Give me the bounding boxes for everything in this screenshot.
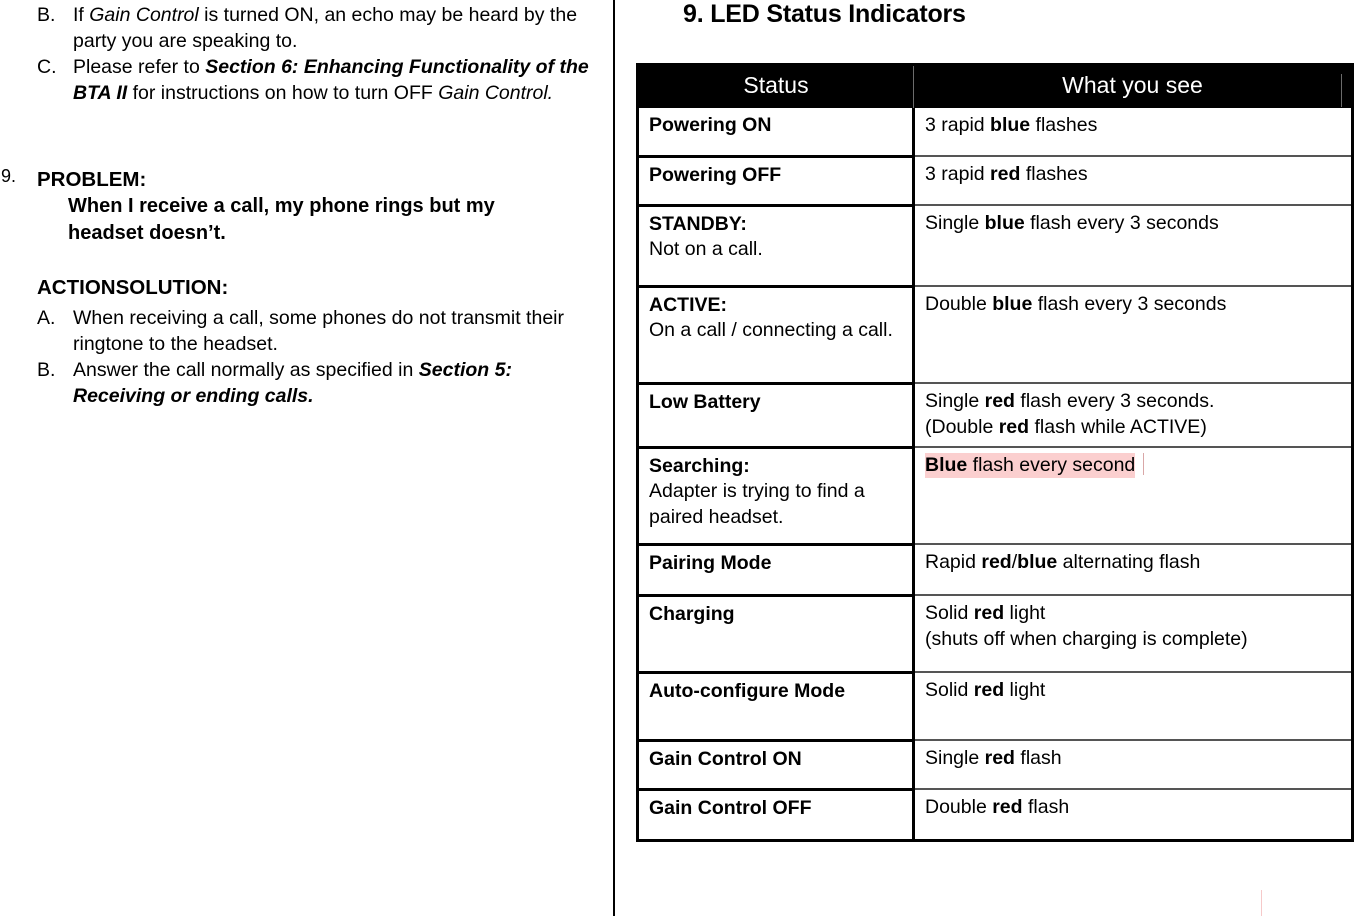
status-name: Low Battery (649, 390, 761, 413)
status-name: ACTIVE: (649, 293, 727, 316)
status-name: Gain Control OFF (649, 796, 812, 819)
list-item-marker: B. (37, 359, 56, 381)
list-item-text: When receiving a call, some phones do no… (73, 307, 564, 355)
cell-what-you-see: Solid red light (shuts off when charging … (913, 595, 1353, 673)
section-heading: 9. LED Status Indicators (683, 0, 966, 28)
table-row: Powering ON 3 rapid blue flashes (637, 108, 1353, 158)
cell-what-you-see: Single red flash every 3 seconds. (Double… (913, 383, 1353, 448)
status-name: Powering ON (649, 114, 772, 136)
status-name: STANDBY: (649, 212, 747, 235)
cell-what-you-see: Blue flash every second (913, 447, 1353, 545)
text-caret (1143, 453, 1145, 475)
status-description: On a call / connecting a call. (649, 319, 893, 341)
table-row: Powering OFF 3 rapid red flashes (637, 156, 1353, 207)
cell-status: STANDBY: Not on a call. (637, 205, 915, 288)
table-row: Pairing Mode Rapid red/blue alternating f… (637, 544, 1353, 597)
problem-label: PROBLEM: (37, 168, 147, 191)
list-item-text: If Gain Control is turned ON, an echo ma… (73, 4, 578, 52)
cell-what-you-see: Rapid red/blue alternating flash (913, 544, 1353, 596)
cell-status: Searching: Adapter is trying to find a pa… (637, 447, 915, 546)
cell-status: Low Battery (637, 383, 915, 449)
column-header-what-you-see-label: What you see (1062, 72, 1203, 98)
table-row: Gain Control ON Single red flash (637, 740, 1353, 791)
table-row: Auto-configure Mode Solid red light (637, 672, 1353, 742)
left-text-column: B. If Gain Control is turned ON, an echo… (0, 0, 600, 916)
cell-what-you-see: Double red flash (925, 796, 1070, 818)
table-body: Powering ON 3 rapid blue flashes Powering … (637, 108, 1353, 840)
problem-block: 9. PROBLEM: When I receive a call, my ph… (0, 166, 600, 409)
table-row: Charging Solid red light (shuts off when c… (637, 595, 1353, 674)
cell-status: Gain Control ON (637, 740, 915, 791)
status-description: Not on a call. (649, 238, 763, 260)
table-row: Gain Control OFF Double red flash (637, 789, 1353, 840)
cell-status: Powering OFF (637, 156, 915, 207)
problem-number: 9. (1, 166, 17, 186)
status-name: Pairing Mode (649, 551, 772, 574)
status-name: Powering OFF (649, 163, 782, 186)
list-item: C. Please refer to Section 6: Enhancing … (0, 54, 603, 106)
document-page: B. If Gain Control is turned ON, an echo… (0, 0, 1355, 916)
table-header-row: Status What you see (637, 64, 1353, 108)
cell-status: Auto-configure Mode (637, 672, 915, 742)
status-name: Auto-configure Mode (649, 679, 846, 702)
led-status-table: Status What you see Powering ON 3 rapid b… (636, 63, 1354, 842)
cell-status: Charging (637, 595, 915, 674)
list-item-marker: C. (37, 56, 57, 78)
header-tick-mark (1341, 74, 1342, 107)
cell-status: Pairing Mode (637, 544, 915, 597)
status-name: Charging (649, 602, 735, 625)
list-item-text: Answer the call normally as specified in… (73, 359, 512, 407)
table-row: Low Battery Single red flash every 3 seco… (637, 383, 1353, 449)
highlighted-text: Blue flash every second (925, 453, 1136, 478)
problem-statement: When I receive a call, my phone rings bu… (68, 195, 495, 244)
list-item-text: Please refer to Section 6: Enhancing Fun… (73, 56, 589, 104)
list-item: B. Answer the call normally as specified… (0, 357, 593, 409)
list-item: B. If Gain Control is turned ON, an echo… (0, 2, 593, 54)
right-content-column: 9. LED Status Indicators Status What you… (613, 0, 1355, 916)
table-row: ACTIVE: On a call / connecting a call. Dou… (637, 286, 1353, 385)
status-name: Searching: (649, 454, 750, 477)
status-description: Adapter is trying to find a paired heads… (649, 480, 865, 528)
cell-what-you-see: Single red flash (913, 740, 1353, 790)
list-item-marker: A. (37, 307, 56, 329)
stray-margin-mark (1261, 890, 1262, 916)
list-item-marker: B. (37, 4, 56, 26)
status-name: Gain Control ON (649, 747, 802, 770)
action-solution-label: ACTIONSOLUTION: (37, 276, 229, 299)
table-row: STANDBY: Not on a call. Single blue flash … (637, 205, 1353, 288)
table-row: Searching: Adapter is trying to find a pa… (637, 447, 1353, 546)
cell-status: Gain Control OFF (637, 789, 915, 840)
column-header-what-you-see: What you see (913, 64, 1353, 108)
cell-what-you-see: Solid red light (913, 672, 1353, 741)
cell-what-you-see: Double blue flash every 3 seconds (913, 286, 1353, 384)
column-header-status: Status (637, 64, 914, 108)
cell-status: ACTIVE: On a call / connecting a call. (637, 286, 915, 385)
cell-what-you-see: 3 rapid red flashes (913, 156, 1353, 206)
cell-what-you-see: Single blue flash every 3 seconds (913, 205, 1353, 287)
cell-status: Powering ON (637, 108, 915, 158)
cell-what-you-see: 3 rapid blue flashes (913, 108, 1353, 157)
list-item: A. When receiving a call, some phones do… (0, 305, 593, 357)
